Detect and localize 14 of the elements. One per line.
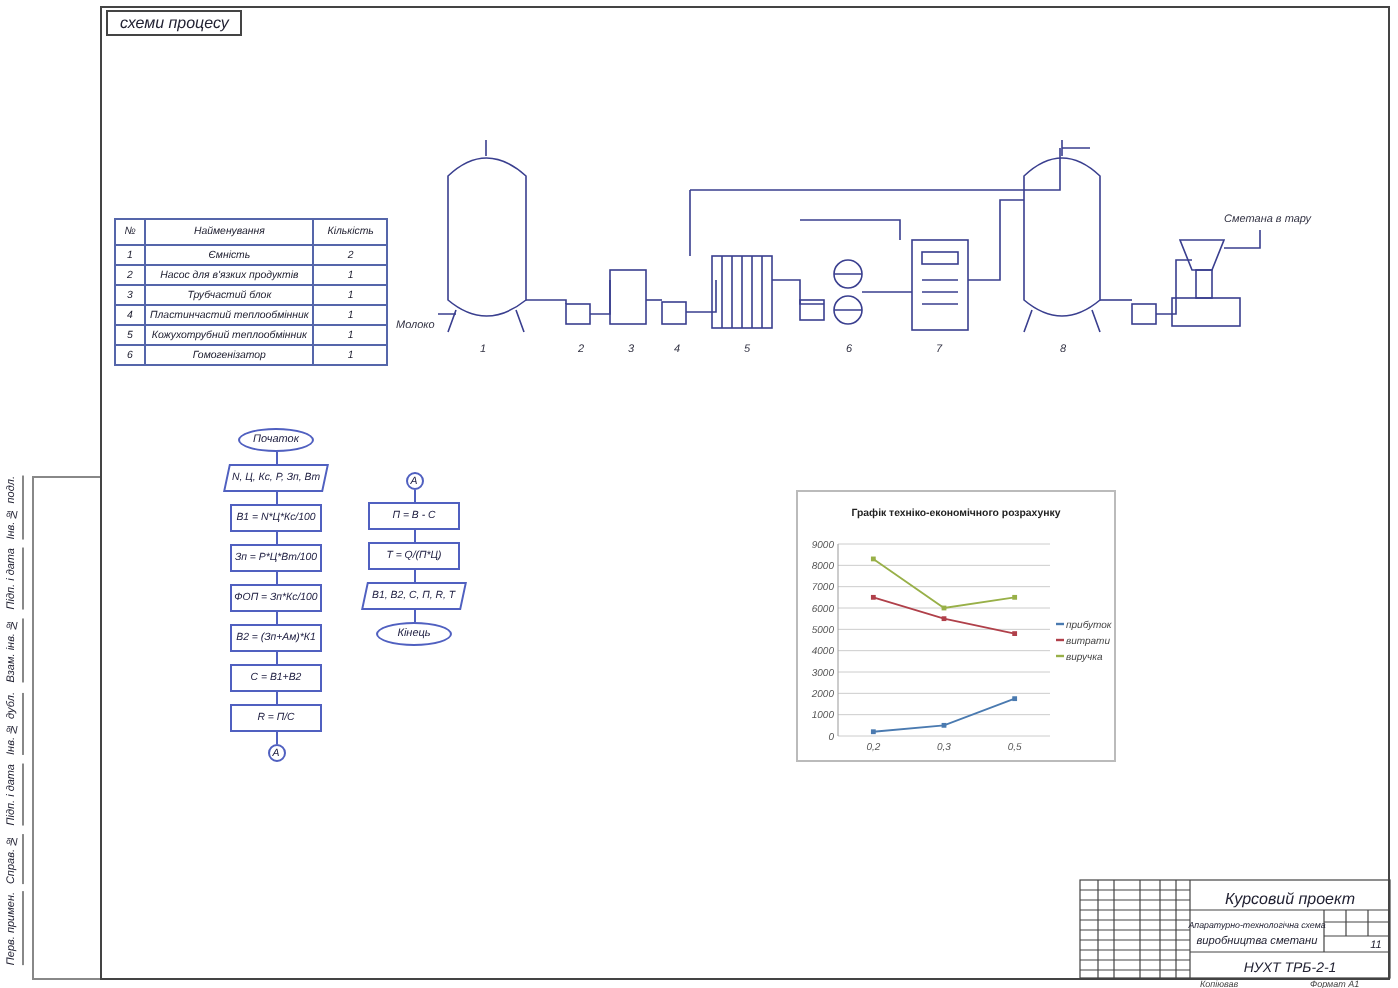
data-point xyxy=(870,729,876,735)
series-line xyxy=(872,697,1016,733)
data-point xyxy=(1012,631,1018,636)
data-point xyxy=(1012,696,1018,702)
series-line xyxy=(872,558,1016,609)
data-point xyxy=(1012,594,1018,600)
project-title: Курсовий проект xyxy=(1224,890,1356,908)
data-point xyxy=(941,722,947,728)
data-point xyxy=(870,556,876,562)
data-point xyxy=(941,605,947,611)
data-point xyxy=(870,594,876,600)
series-line xyxy=(872,596,1016,635)
data-point xyxy=(941,616,947,622)
sheet-label: схеми процесу xyxy=(106,10,243,36)
